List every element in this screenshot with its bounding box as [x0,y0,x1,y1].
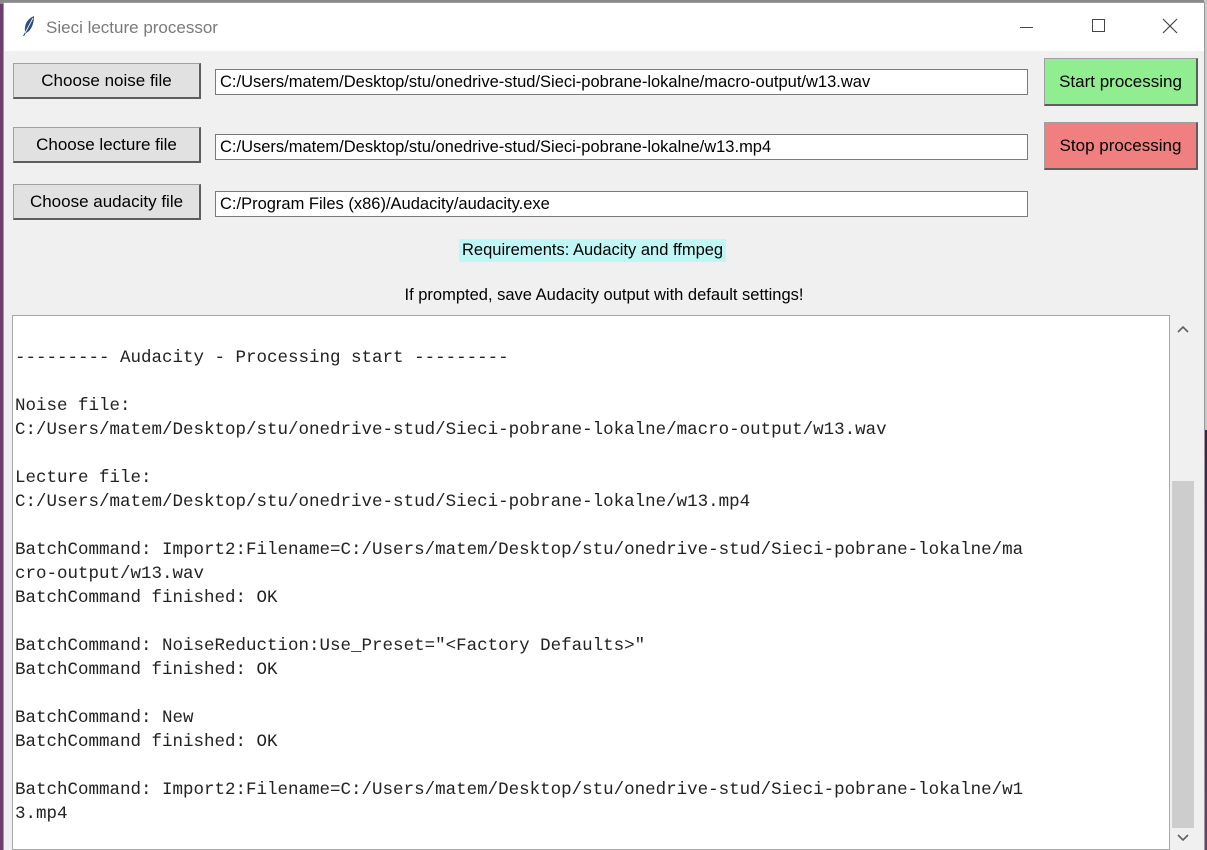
log-line: cro-output/w13.wav [15,564,205,584]
choose-noise-file-button[interactable]: Choose noise file [13,63,201,99]
log-line: BatchCommand finished: OK [15,588,278,608]
log-line: BatchCommand finished: OK [15,660,278,680]
log-line: Lecture file: [15,468,152,488]
minimize-button[interactable] [1000,3,1060,51]
lecture-file-path-field[interactable]: C:/Users/matem/Desktop/stu/onedrive-stud… [215,134,1028,160]
chevron-down-icon[interactable] [1171,828,1195,848]
maximize-button[interactable] [1070,3,1130,51]
minimize-icon [1020,27,1033,28]
title-bar[interactable]: Sieci lecture processor [4,3,1204,51]
choose-lecture-file-button[interactable]: Choose lecture file [13,127,201,163]
app-window: Sieci lecture processor Choose noise fil… [4,3,1204,850]
close-button[interactable] [1140,3,1200,51]
log-line: 3.mp4 [15,804,68,824]
maximize-icon [1092,19,1105,32]
log-line: BatchCommand: Import2:Filename=C:/Users/… [15,780,1024,800]
log-line: Noise file: [15,396,131,416]
log-text: --------- Audacity - Processing start --… [13,316,1169,826]
log-scrollbar[interactable] [1171,315,1195,850]
log-line: BatchCommand: NoiseReduction:Use_Preset=… [15,636,646,656]
log-output-area[interactable]: --------- Audacity - Processing start --… [12,315,1170,850]
chevron-up-icon[interactable] [1171,319,1195,339]
feather-icon [21,15,37,37]
choose-audacity-file-button[interactable]: Choose audacity file [13,184,201,220]
stop-processing-button[interactable]: Stop processing [1044,122,1198,170]
log-line: C:/Users/matem/Desktop/stu/onedrive-stud… [15,492,751,512]
requirements-label: Requirements: Audacity and ffmpeg [459,239,727,262]
log-line: C:/Users/matem/Desktop/stu/onedrive-stud… [15,420,887,440]
log-line: --------- Audacity - Processing start --… [15,348,509,368]
audacity-save-note: If prompted, save Audacity output with d… [404,286,804,304]
start-processing-button[interactable]: Start processing [1044,58,1198,106]
audacity-file-path-field[interactable]: C:/Program Files (x86)/Audacity/audacity… [215,191,1028,217]
close-icon [1162,18,1178,34]
noise-file-path-field[interactable]: C:/Users/matem/Desktop/stu/onedrive-stud… [215,69,1028,95]
scrollbar-thumb[interactable] [1172,481,1194,828]
log-line: BatchCommand: New [15,708,194,728]
window-title: Sieci lecture processor [46,18,218,37]
log-line: BatchCommand finished: OK [15,732,278,752]
log-line: BatchCommand: Import2:Filename=C:/Users/… [15,540,1024,560]
